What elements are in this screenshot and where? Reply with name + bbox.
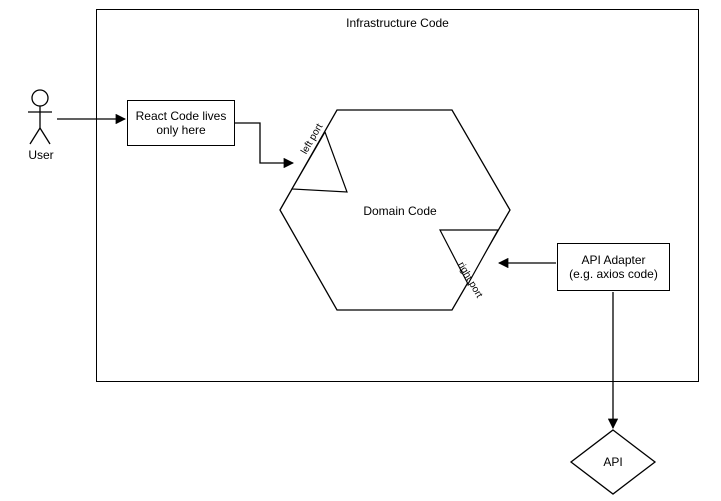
diagram-stage: { "title": "Infrastructure Code", "user_… [0,0,721,501]
infrastructure-code-container: Infrastructure Code [96,9,699,382]
user-label: User [24,148,58,162]
infrastructure-title: Infrastructure Code [346,16,449,30]
domain-code-label: Domain Code [355,204,445,218]
react-code-box: React Code lives only here [127,100,235,146]
api-label: API [598,455,628,469]
api-adapter-line1: API Adapter [581,253,645,267]
api-adapter-line2: (e.g. axios code) [569,267,658,281]
api-adapter-box: API Adapter (e.g. axios code) [557,243,670,291]
react-code-text: React Code lives only here [132,109,230,137]
